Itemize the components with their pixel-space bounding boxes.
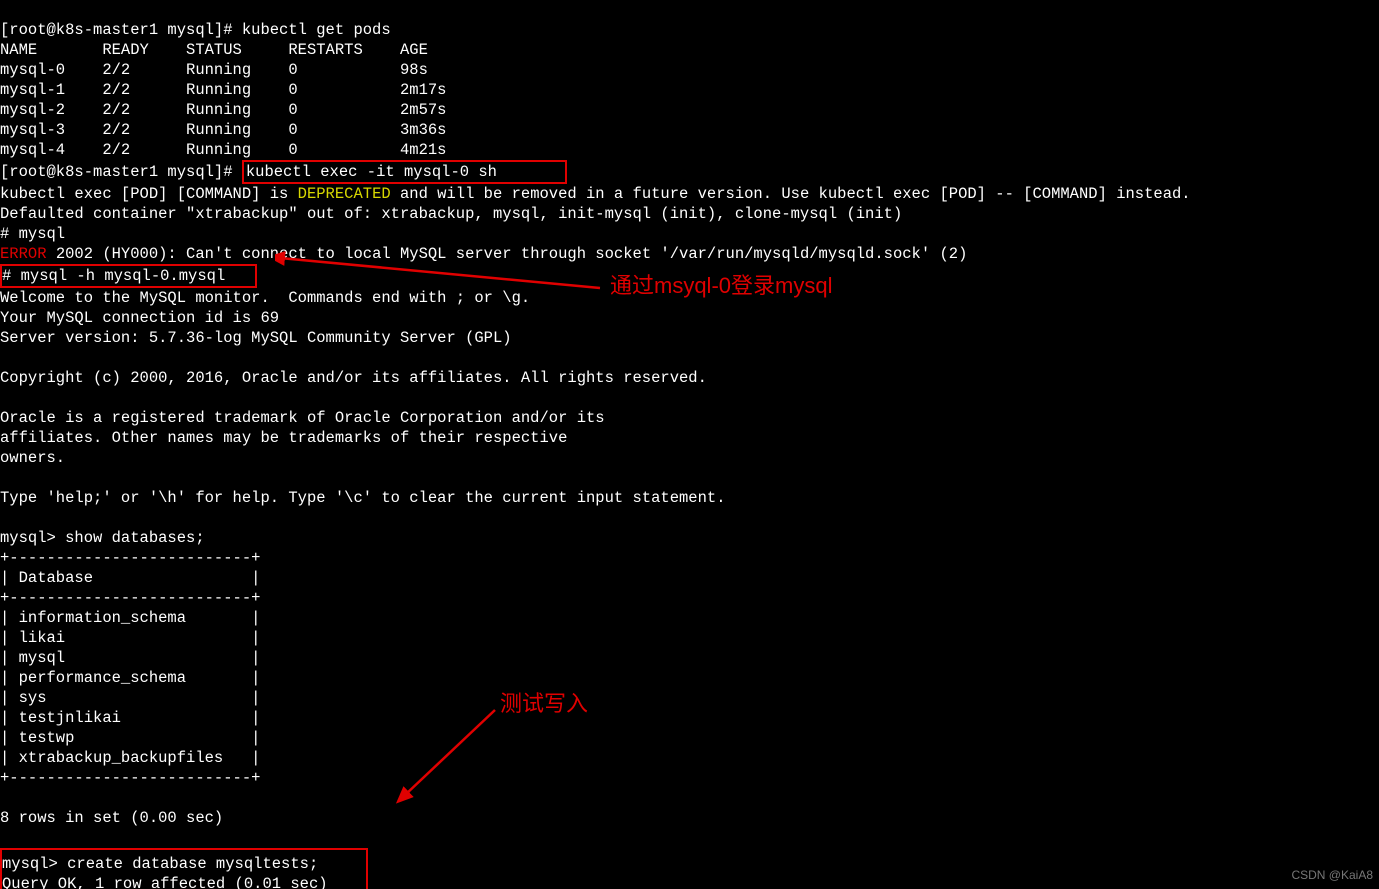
trademark2: affiliates. Other names may be trademark…: [0, 429, 567, 447]
cmd-get-pods: [root@k8s-master1 mysql]# kubectl get po…: [0, 21, 391, 39]
db-list: | information_schema | | likai | | mysql…: [0, 609, 260, 767]
defaulted-container: Defaulted container "xtrabackup" out of:…: [0, 205, 902, 223]
watermark: CSDN @KaiA8: [1291, 865, 1373, 885]
trademark3: owners.: [0, 449, 65, 467]
db-border-top: +--------------------------+: [0, 549, 260, 567]
prompt2-prefix: [root@k8s-master1 mysql]#: [0, 163, 242, 181]
rows-returned: 8 rows in set (0.00 sec): [0, 809, 223, 827]
db-border-bot: +--------------------------+: [0, 769, 260, 787]
error-text: 2002 (HY000): Can't connect to local MyS…: [47, 245, 968, 263]
db-border-mid: +--------------------------+: [0, 589, 260, 607]
pods-rows: mysql-0 2/2 Running 0 98s mysql-1 2/2 Ru…: [0, 61, 446, 159]
conn-id-line: Your MySQL connection id is 69: [0, 309, 279, 327]
create-db-box: mysql> create database mysqltests; Query…: [0, 848, 368, 889]
db-header: | Database |: [0, 569, 260, 587]
deprecated-prefix: kubectl exec [POD] [COMMAND] is: [0, 185, 298, 203]
trademark1: Oracle is a registered trademark of Orac…: [0, 409, 605, 427]
pods-header: NAME READY STATUS RESTARTS AGE: [0, 41, 428, 59]
copyright-line: Copyright (c) 2000, 2016, Oracle and/or …: [0, 369, 707, 387]
mysql-login-box: # mysql -h mysql-0.mysql: [0, 264, 257, 288]
query-ok: Query OK, 1 row affected (0.01 sec): [2, 875, 328, 889]
deprecated-word: DEPRECATED: [298, 185, 391, 203]
exec-command: kubectl exec -it mysql-0 sh: [246, 163, 497, 181]
create-db-cmd: mysql> create database mysqltests;: [2, 855, 318, 873]
deprecated-suffix: and will be removed in a future version.…: [391, 185, 1191, 203]
hash-mysql: # mysql: [0, 225, 65, 243]
terminal[interactable]: [root@k8s-master1 mysql]# kubectl get po…: [0, 0, 1379, 889]
error-word: ERROR: [0, 245, 47, 263]
hash-login-cmd: mysql -h mysql-0.mysql: [21, 267, 226, 285]
show-databases-cmd: mysql> show databases;: [0, 529, 205, 547]
exec-command-box: kubectl exec -it mysql-0 sh: [242, 160, 567, 184]
help-line: Type 'help;' or '\h' for help. Type '\c'…: [0, 489, 726, 507]
welcome-line: Welcome to the MySQL monitor. Commands e…: [0, 289, 530, 307]
server-version-line: Server version: 5.7.36-log MySQL Communi…: [0, 329, 512, 347]
hash-login-prefix: #: [2, 267, 21, 285]
